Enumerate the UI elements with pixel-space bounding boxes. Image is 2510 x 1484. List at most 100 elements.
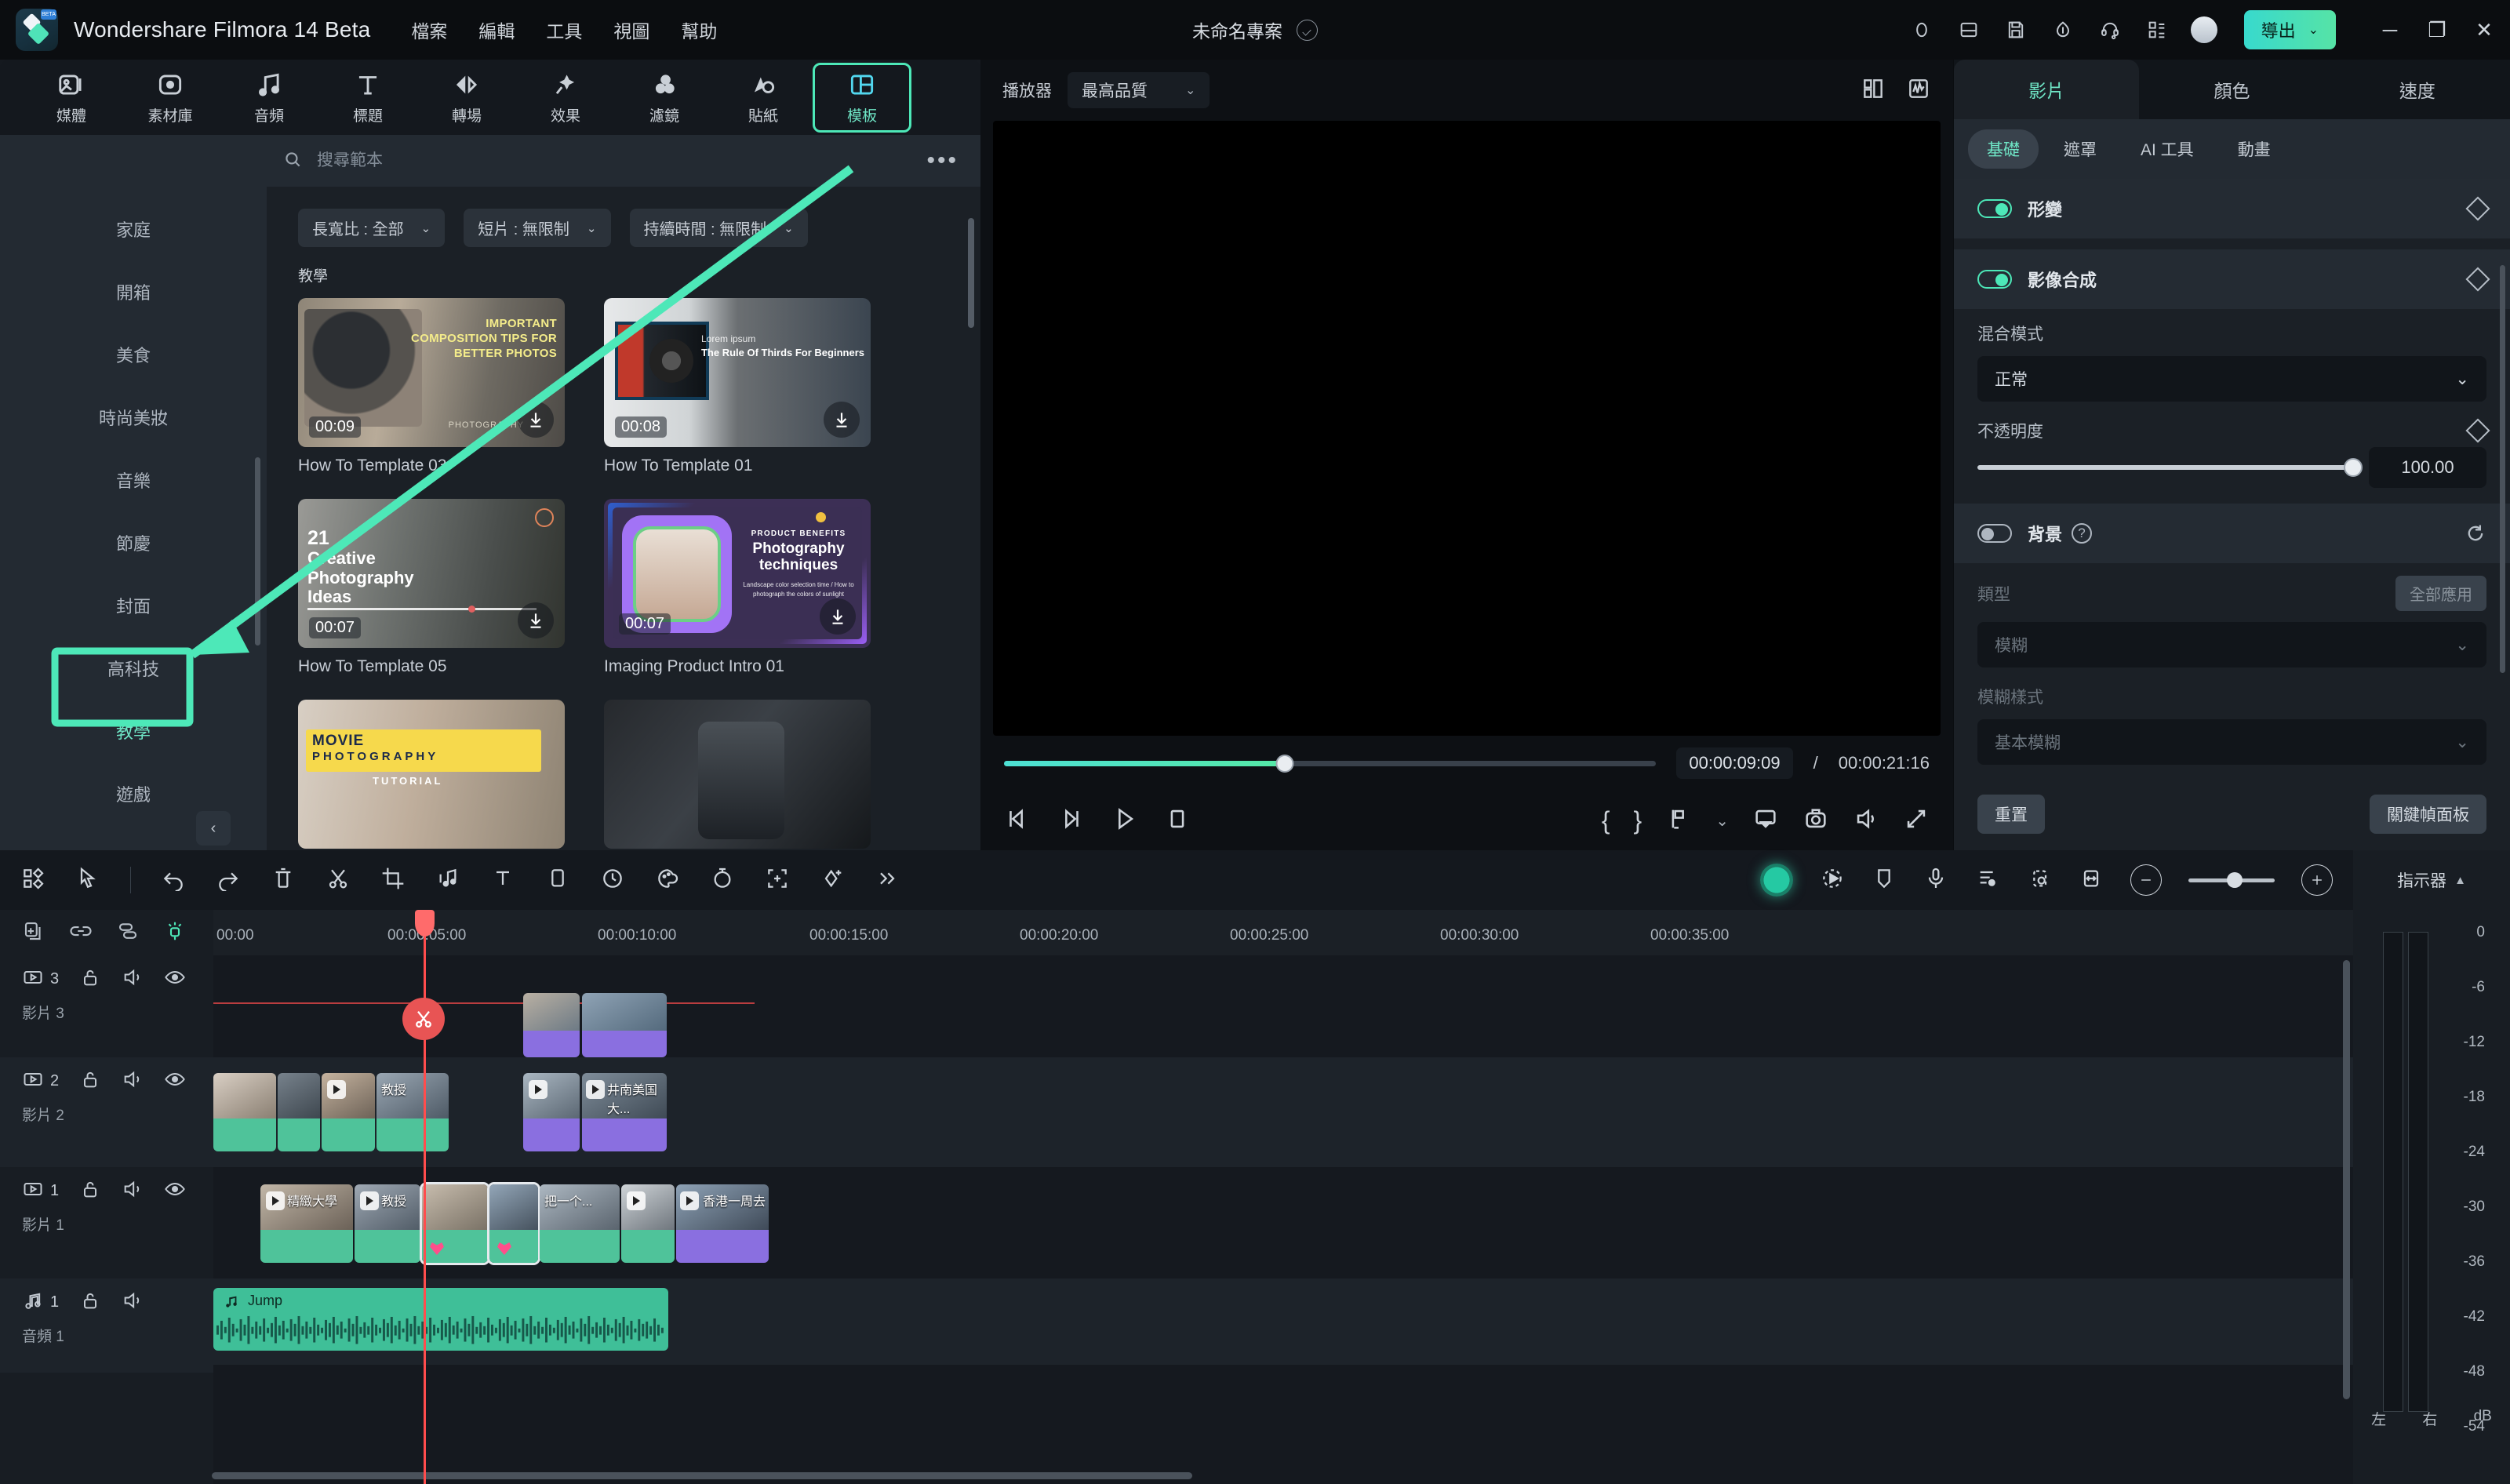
zoom-out-icon[interactable] bbox=[2130, 864, 2162, 896]
keyframe-diamond-icon[interactable] bbox=[2465, 267, 2490, 292]
clip[interactable]: 精緻大學 bbox=[260, 1184, 353, 1263]
timeline-ruler[interactable]: 00:00 00:00:05:00 00:00:10:00 00:00:15:0… bbox=[213, 910, 2353, 955]
close-button[interactable]: ✕ bbox=[2474, 18, 2494, 42]
template-card[interactable]: MOVIE PHOTOGRAPHY TUTORIAL bbox=[298, 700, 565, 849]
export-button[interactable]: 導出 ⌄ bbox=[2243, 10, 2336, 49]
category-item-family[interactable]: 家庭 bbox=[0, 198, 267, 260]
mode-tab-audio[interactable]: 音頻 bbox=[220, 65, 318, 130]
stop-icon[interactable] bbox=[1164, 806, 1191, 836]
keyframe-panel-button[interactable]: 關鍵幀面板 bbox=[2370, 795, 2486, 834]
tab-color[interactable]: 顏色 bbox=[2139, 60, 2324, 119]
split-scissors-icon[interactable] bbox=[326, 866, 351, 895]
prev-frame-icon[interactable] bbox=[1004, 806, 1031, 836]
clip[interactable] bbox=[213, 1073, 276, 1151]
clip[interactable] bbox=[322, 1073, 375, 1151]
mode-tab-transition[interactable]: 轉場 bbox=[417, 65, 516, 130]
timeline-horizontal-scrollbar[interactable] bbox=[212, 1472, 1192, 1479]
visibility-eye-icon[interactable] bbox=[164, 1068, 186, 1094]
clip[interactable] bbox=[523, 1073, 580, 1151]
menu-item-tools[interactable]: 工具 bbox=[546, 16, 582, 43]
template-grid-scrollbar[interactable] bbox=[968, 218, 974, 328]
more-chevrons-icon[interactable] bbox=[875, 866, 900, 895]
quality-select[interactable]: 最高品質 ⌄ bbox=[1068, 72, 1210, 108]
speed-icon[interactable] bbox=[600, 866, 625, 895]
filter-duration[interactable]: 持續時間 : 無限制 ⌄ bbox=[629, 209, 808, 247]
mode-tab-media[interactable]: 媒體 bbox=[22, 65, 121, 130]
template-card[interactable]: Lorem ipsum The Rule Of Thirds For Begin… bbox=[604, 298, 871, 475]
opacity-handle[interactable] bbox=[2344, 458, 2363, 477]
play-icon[interactable] bbox=[1111, 806, 1137, 836]
duration-icon[interactable] bbox=[710, 866, 735, 895]
playhead[interactable] bbox=[402, 910, 445, 1484]
clip[interactable]: 教授 bbox=[376, 1073, 449, 1151]
clip-selected[interactable] bbox=[420, 1182, 490, 1265]
more-options-icon[interactable]: ••• bbox=[926, 147, 959, 174]
reset-icon[interactable] bbox=[2465, 522, 2486, 544]
opacity-slider[interactable] bbox=[1977, 458, 2363, 477]
split-at-playhead-button[interactable] bbox=[402, 998, 445, 1040]
project-name[interactable]: 未命名專案 bbox=[1192, 16, 1282, 43]
magnet-snap-icon[interactable] bbox=[163, 919, 187, 947]
search-input[interactable] bbox=[317, 151, 927, 170]
cloud-icon[interactable] bbox=[2050, 16, 2076, 43]
tab-speed[interactable]: 速度 bbox=[2325, 60, 2510, 119]
keyframe-diamond-icon[interactable] bbox=[2465, 196, 2490, 221]
background-toggle[interactable] bbox=[1977, 524, 2012, 543]
category-item-fashion[interactable]: 時尚美妝 bbox=[0, 386, 267, 449]
clip[interactable]: 教授 bbox=[355, 1184, 420, 1263]
mode-tab-title[interactable]: 標題 bbox=[318, 65, 417, 130]
lock-icon[interactable] bbox=[79, 1068, 101, 1094]
undo-icon[interactable] bbox=[161, 866, 186, 895]
template-thumbnail[interactable]: MOVIE PHOTOGRAPHY TUTORIAL bbox=[298, 700, 565, 849]
clip[interactable] bbox=[621, 1184, 675, 1263]
filter-clip-count[interactable]: 短片 : 無限制 ⌄ bbox=[464, 209, 611, 247]
transform-toggle[interactable] bbox=[1977, 199, 2012, 218]
playback-scrubber[interactable] bbox=[1004, 754, 1657, 773]
next-frame-icon[interactable] bbox=[1057, 806, 1084, 836]
mode-tab-filter[interactable]: 濾鏡 bbox=[615, 65, 714, 130]
menu-item-edit[interactable]: 編輯 bbox=[478, 16, 515, 43]
reset-button[interactable]: 重置 bbox=[1977, 795, 2045, 834]
menu-item-view[interactable]: 視圖 bbox=[613, 16, 649, 43]
voiceover-mic-icon[interactable] bbox=[1923, 866, 1948, 895]
template-thumbnail[interactable]: PRODUCT BENEFITS Photography techniques … bbox=[604, 499, 871, 648]
clip[interactable] bbox=[278, 1073, 320, 1151]
record-icon[interactable] bbox=[1908, 16, 1935, 43]
tab-video[interactable]: 影片 bbox=[1954, 60, 2140, 119]
redo-icon[interactable] bbox=[216, 866, 241, 895]
fit-timeline-icon[interactable] bbox=[2079, 866, 2104, 895]
category-item-tutorial[interactable]: 教學 bbox=[0, 700, 267, 762]
opacity-value[interactable]: 100.00 bbox=[2369, 447, 2486, 488]
clip-selected[interactable] bbox=[487, 1182, 540, 1265]
grid-view-icon[interactable] bbox=[1861, 76, 1886, 105]
clip[interactable]: 把一个... bbox=[540, 1184, 620, 1263]
lock-icon[interactable] bbox=[79, 1289, 101, 1315]
text-icon[interactable] bbox=[490, 866, 515, 895]
help-icon[interactable]: ? bbox=[2072, 523, 2093, 544]
mode-tab-sticker[interactable]: 貼紙 bbox=[714, 65, 813, 130]
subtab-mask[interactable]: 遮罩 bbox=[2045, 129, 2115, 169]
playhead-handle[interactable] bbox=[415, 910, 435, 937]
apply-all-button[interactable]: 全部應用 bbox=[2395, 576, 2486, 611]
category-scrollbar[interactable] bbox=[255, 457, 260, 646]
silence-detect-icon[interactable] bbox=[2027, 866, 2052, 895]
collapse-sidebar-button[interactable]: ‹ bbox=[196, 811, 231, 846]
shape-icon[interactable] bbox=[545, 866, 570, 895]
timeline-canvas[interactable]: 00:00 00:00:05:00 00:00:10:00 00:00:15:0… bbox=[213, 910, 2353, 1484]
grid-tool-icon[interactable] bbox=[20, 866, 45, 895]
category-item-unboxing[interactable]: 開箱 bbox=[0, 260, 267, 323]
snapshot-device-icon[interactable] bbox=[1752, 806, 1779, 836]
template-card[interactable] bbox=[604, 700, 871, 849]
avatar[interactable] bbox=[2190, 16, 2217, 43]
clip[interactable]: 井南美国大... bbox=[582, 1073, 667, 1151]
chevron-down-icon[interactable]: ⌄ bbox=[1715, 811, 1729, 831]
marker-icon[interactable] bbox=[1872, 866, 1897, 895]
fullscreen-icon[interactable] bbox=[1903, 806, 1930, 836]
template-thumbnail[interactable] bbox=[604, 700, 871, 849]
blend-mode-select[interactable]: 正常 ⌄ bbox=[1977, 356, 2486, 402]
visibility-eye-icon[interactable] bbox=[164, 1178, 186, 1204]
download-icon[interactable] bbox=[518, 402, 554, 438]
link-icon[interactable] bbox=[69, 919, 93, 947]
waveform-icon[interactable] bbox=[1906, 76, 1931, 105]
clip[interactable] bbox=[523, 993, 580, 1057]
